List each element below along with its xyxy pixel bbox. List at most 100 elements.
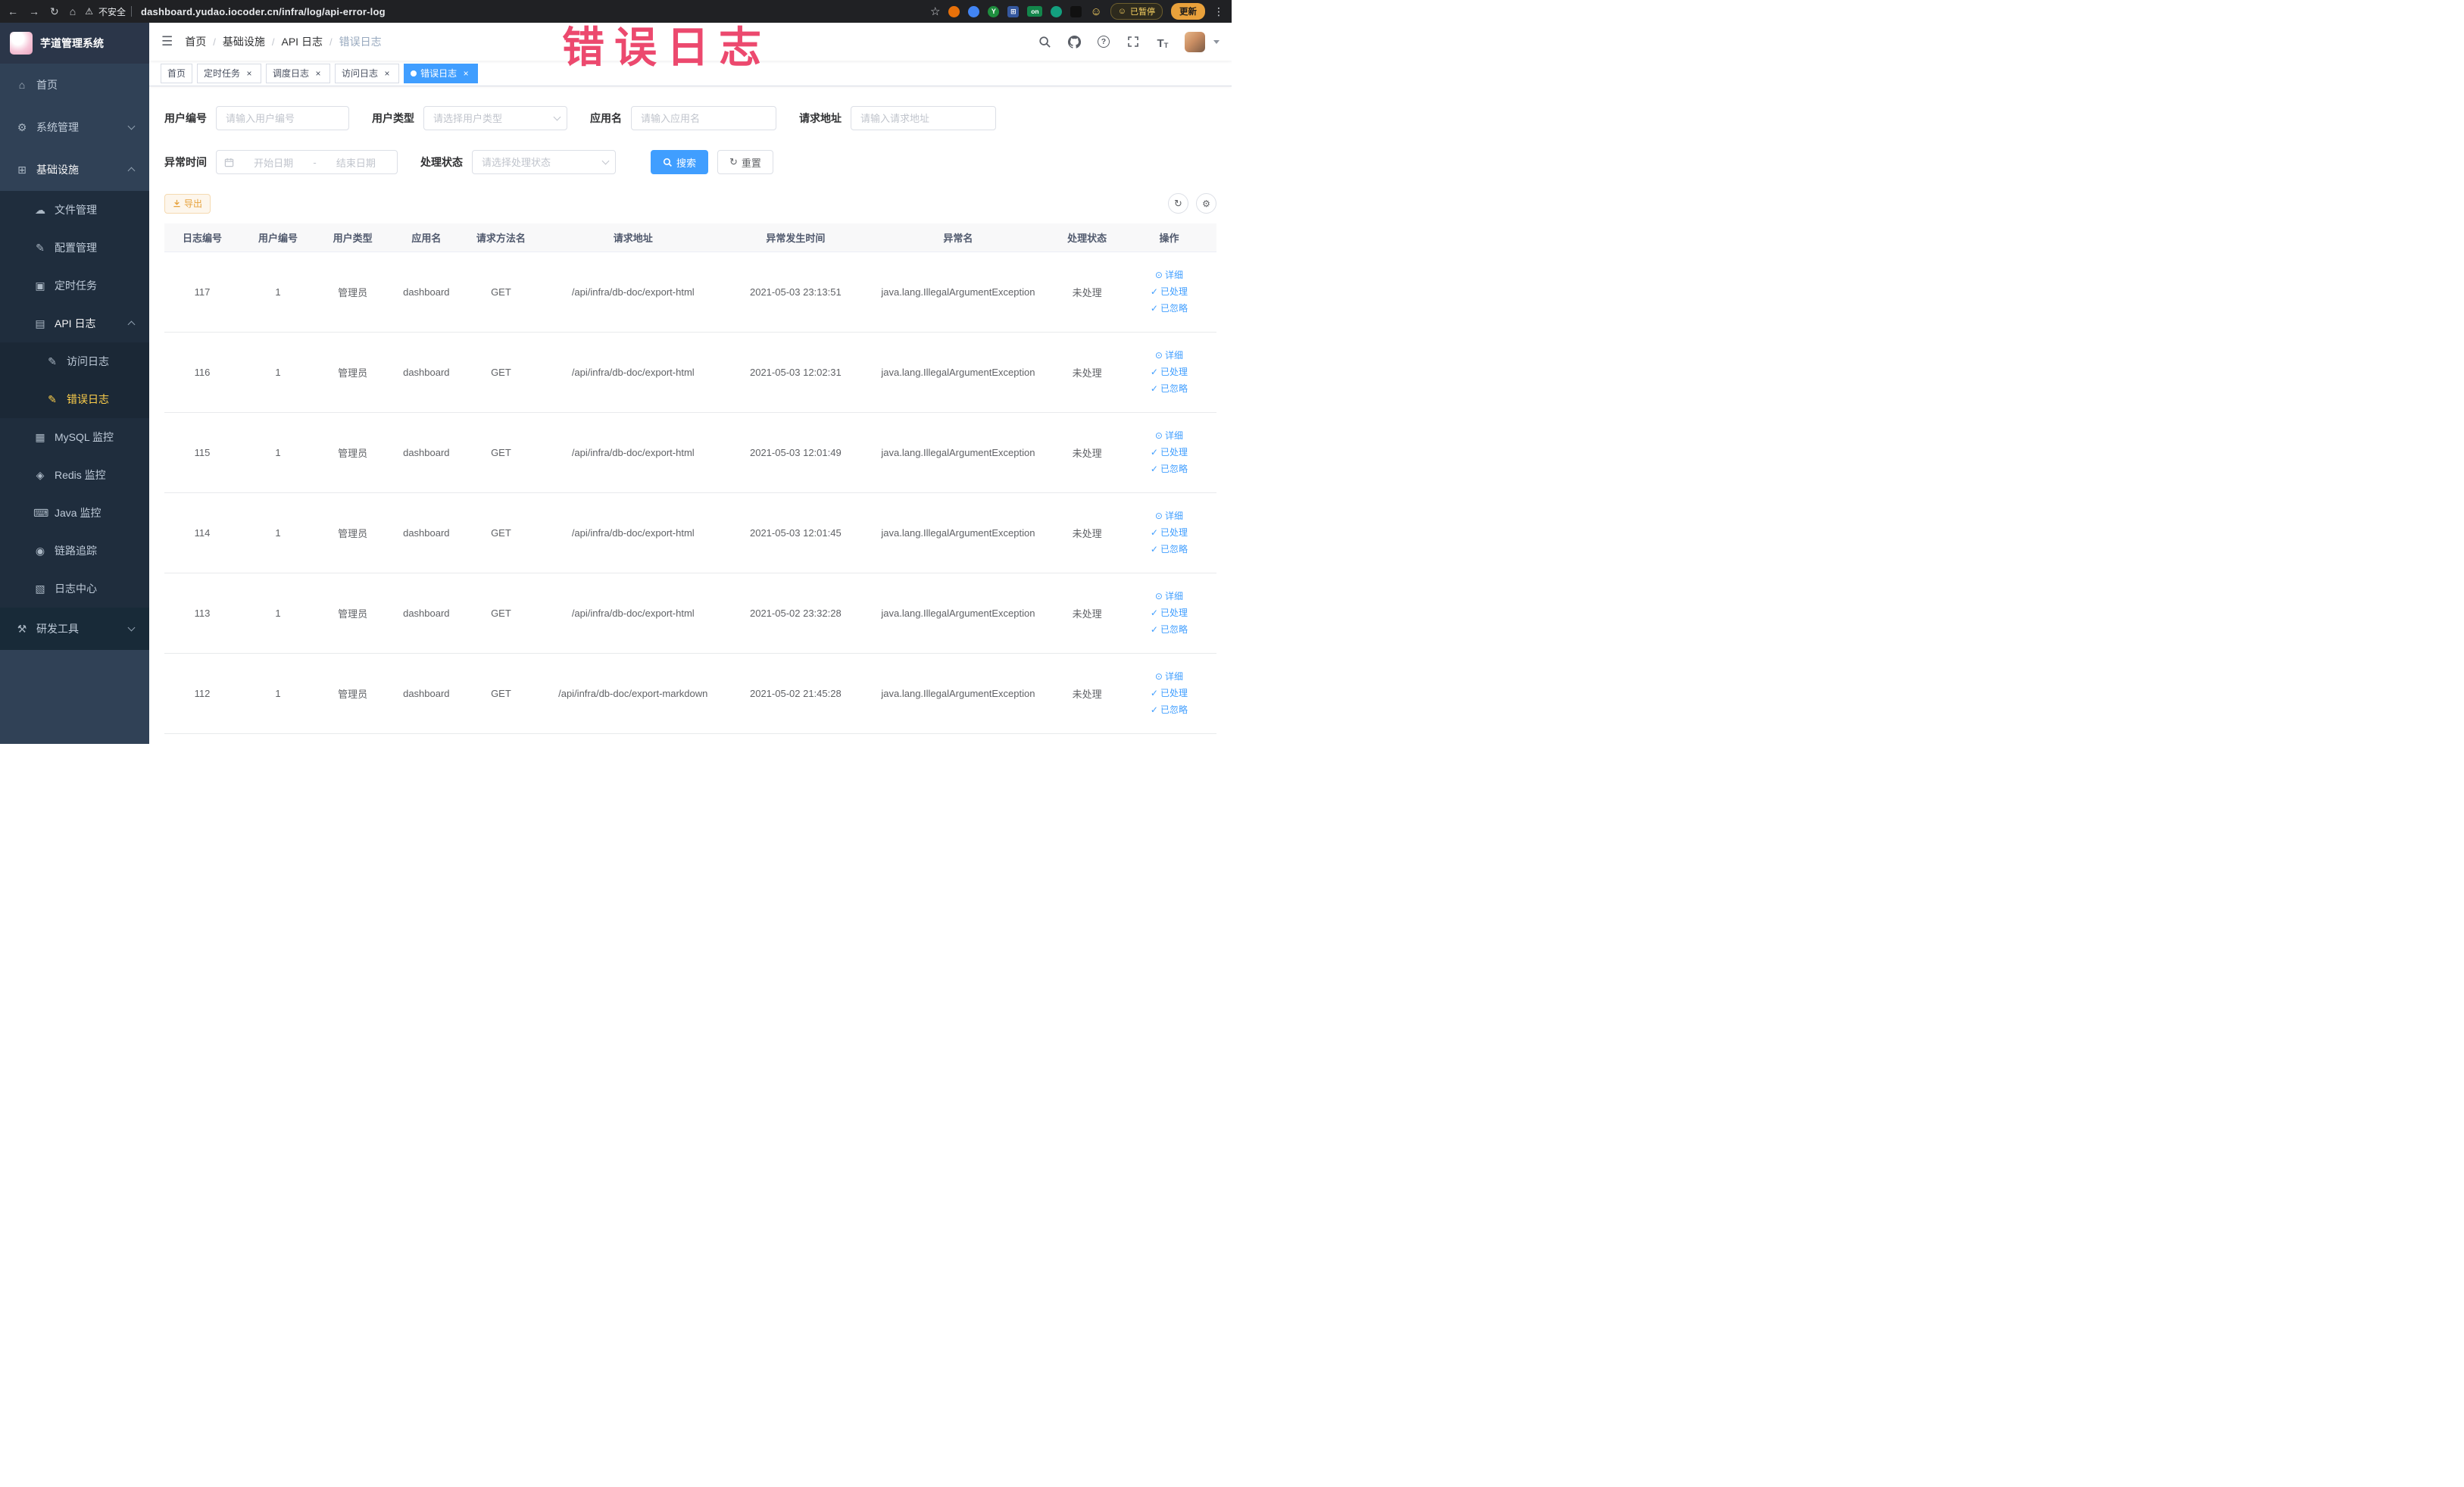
cell-user-type: 管理员 [316, 492, 390, 573]
extension-icon[interactable] [968, 5, 980, 17]
processed-link[interactable]: ✓ 已处理 [1151, 686, 1188, 700]
detail-link[interactable]: ⊙ 详细 [1155, 670, 1183, 683]
detail-link[interactable]: ⊙ 详细 [1155, 589, 1183, 603]
extension-icon[interactable] [1051, 5, 1063, 17]
ignored-link[interactable]: ✓ 已忽略 [1151, 462, 1188, 476]
ignored-link[interactable]: ✓ 已忽略 [1151, 542, 1188, 556]
detail-link[interactable]: ⊙ 详细 [1155, 348, 1183, 362]
sidebar-item-tracing[interactable]: ◉ 链路追踪 [0, 532, 149, 570]
sidebar-item-config-management[interactable]: ✎ 配置管理 [0, 229, 149, 267]
cell-exception-time: 2021-05-02 23:32:28 [727, 573, 864, 654]
close-icon[interactable]: × [313, 68, 323, 79]
breadcrumb-item[interactable]: API 日志 [282, 34, 323, 49]
sidebar-item-mysql-monitor[interactable]: ▦ MySQL 监控 [0, 418, 149, 456]
chevron-down-icon[interactable] [1213, 39, 1220, 44]
processed-link[interactable]: ✓ 已处理 [1151, 285, 1188, 298]
breadcrumb-item[interactable]: 基础设施 [223, 34, 265, 49]
browser-menu-icon[interactable]: ⋮ [1213, 5, 1224, 18]
fullscreen-icon[interactable] [1126, 34, 1141, 49]
cell-exception-name: java.lang.IllegalArgumentException [863, 492, 1053, 573]
cell-exception-name: java.lang.IllegalArgumentException [863, 653, 1053, 734]
search-icon[interactable] [1037, 34, 1052, 49]
sidebar-item-java-monitor[interactable]: ⌨ Java 监控 [0, 494, 149, 532]
extension-grid-icon[interactable]: ⊞ [1007, 5, 1020, 17]
refresh-button[interactable]: ↻ [1168, 193, 1188, 214]
layers-icon: ◈ [36, 468, 45, 481]
sidebar-item-redis-monitor[interactable]: ◈ Redis 监控 [0, 456, 149, 494]
app-name-input[interactable] [631, 106, 776, 130]
sidebar-item-infrastructure[interactable]: ⊞ 基础设施 [0, 148, 149, 191]
sidebar-item-access-logs[interactable]: ✎ 访问日志 [0, 342, 149, 380]
date-separator: - [313, 156, 317, 168]
site-security[interactable]: ⚠ 不安全 [85, 5, 132, 18]
cell-user-id: 1 [240, 653, 316, 734]
ignored-link[interactable]: ✓ 已忽略 [1151, 623, 1188, 636]
reload-icon[interactable]: ↻ [50, 6, 59, 17]
bookmark-star-icon[interactable]: ☆ [930, 5, 940, 18]
search-button[interactable]: 搜索 [651, 150, 709, 174]
sidebar-item-label: MySQL 监控 [55, 431, 114, 443]
sidebar-item-log-center[interactable]: ▧ 日志中心 [0, 570, 149, 608]
process-status-select[interactable] [472, 150, 616, 174]
extension-icon[interactable] [948, 5, 960, 17]
sidebar-item-api-logs[interactable]: ▤ API 日志 [0, 305, 149, 342]
detail-link[interactable]: ⊙ 详细 [1155, 268, 1183, 282]
breadcrumb-item[interactable]: 首页 [185, 34, 206, 49]
processed-link[interactable]: ✓ 已处理 [1151, 606, 1188, 620]
sidebar-item-home[interactable]: ⌂ 首页 [0, 64, 149, 106]
extension-icon[interactable]: Y [988, 5, 1000, 17]
forward-icon[interactable]: → [29, 6, 39, 17]
tab-scheduled-tasks[interactable]: 定时任务 × [197, 63, 262, 83]
user-type-select[interactable] [423, 106, 567, 130]
user-id-input[interactable] [216, 106, 349, 130]
column-settings-button[interactable]: ⚙ [1196, 193, 1216, 214]
sidebar-item-system-management[interactable]: ⚙ 系统管理 [0, 106, 149, 148]
address-url[interactable]: dashboard.yudao.iocoder.cn/infra/log/api… [141, 6, 386, 17]
back-icon[interactable]: ← [8, 6, 18, 17]
paused-badge[interactable]: ☺ 已暂停 [1110, 3, 1163, 20]
detail-link[interactable]: ⊙ 详细 [1155, 509, 1183, 523]
tab-error-logs[interactable]: 错误日志 × [404, 63, 479, 83]
error-log-table: 日志编号 用户编号 用户类型 应用名 请求方法名 请求地址 异常发生时间 异常名… [164, 223, 1216, 734]
sidebar-item-error-logs[interactable]: ✎ 错误日志 [0, 380, 149, 418]
tab-schedule-logs[interactable]: 调度日志 × [266, 63, 331, 83]
close-icon[interactable]: × [461, 68, 471, 79]
tools-icon: ⚒ [17, 622, 27, 635]
processed-link[interactable]: ✓ 已处理 [1151, 445, 1188, 459]
home-icon[interactable]: ⌂ [70, 6, 76, 17]
tab-access-logs[interactable]: 访问日志 × [335, 63, 400, 83]
processed-link[interactable]: ✓ 已处理 [1151, 526, 1188, 539]
extension-icon[interactable] [1070, 5, 1082, 17]
sidebar-item-scheduled-tasks[interactable]: ▣ 定时任务 [0, 267, 149, 305]
date-range-picker[interactable]: 开始日期 - 结束日期 [216, 150, 398, 174]
avatar[interactable] [1185, 31, 1205, 52]
export-button[interactable]: 导出 [164, 193, 211, 214]
logo[interactable]: 芋道管理系统 [0, 23, 149, 64]
logo-image [10, 32, 33, 55]
close-icon[interactable]: × [244, 68, 255, 79]
tab-home[interactable]: 首页 [161, 63, 193, 83]
update-button[interactable]: 更新 [1171, 3, 1205, 20]
profile-avatar-icon[interactable]: ☺ [1090, 5, 1101, 18]
sidebar-item-dev-tools[interactable]: ⚒ 研发工具 [0, 608, 149, 650]
processed-link[interactable]: ✓ 已处理 [1151, 365, 1188, 379]
reset-button[interactable]: ↻ 重置 [717, 150, 773, 174]
github-icon[interactable] [1066, 34, 1082, 49]
ignored-link[interactable]: ✓ 已忽略 [1151, 382, 1188, 395]
check-icon: ✓ [1150, 383, 1158, 394]
sidebar-item-file-management[interactable]: ☁ 文件管理 [0, 191, 149, 229]
ignored-link[interactable]: ✓ 已忽略 [1151, 703, 1188, 717]
table-row: 117 1 管理员 dashboard GET /api/infra/db-do… [164, 251, 1216, 333]
detail-link[interactable]: ⊙ 详细 [1155, 429, 1183, 442]
hamburger-icon[interactable]: ☰ [161, 34, 173, 49]
help-icon[interactable]: ? [1096, 34, 1111, 49]
request-url-input[interactable] [851, 106, 996, 130]
ignored-link[interactable]: ✓ 已忽略 [1151, 301, 1188, 315]
close-icon[interactable]: × [382, 68, 392, 79]
extension-on-badge[interactable]: on [1027, 6, 1043, 17]
font-size-icon[interactable]: TT [1155, 34, 1170, 49]
cell-method: GET [463, 251, 539, 333]
cell-method: GET [463, 492, 539, 573]
console-icon: ⌨ [33, 506, 49, 519]
log-icon: ✎ [48, 392, 57, 405]
